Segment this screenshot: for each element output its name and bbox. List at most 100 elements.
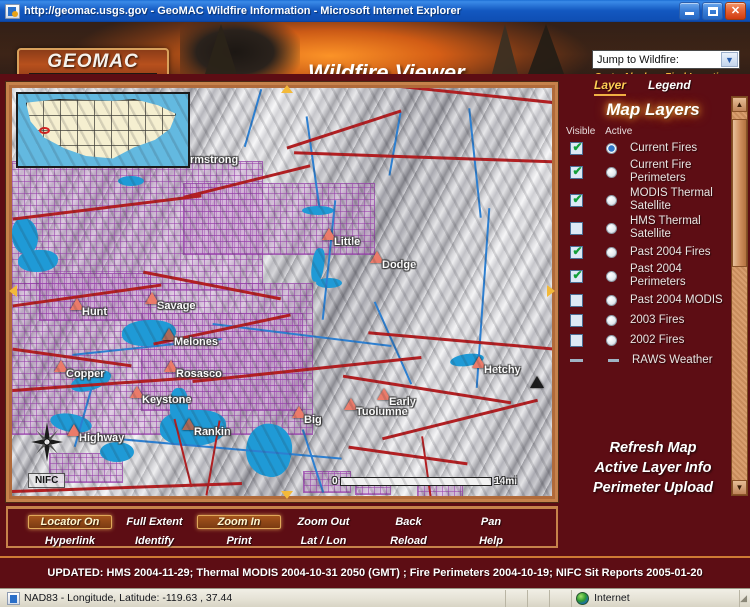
refresh-map-link[interactable]: Refresh Map xyxy=(562,440,744,456)
layer-visible-checkbox-raws-weather[interactable] xyxy=(570,358,583,362)
layer-row: Past 2004 MODIS xyxy=(562,290,740,310)
wildfire-map[interactable]: Armstrong Little Dodge Hunt Savage Melones Cop… xyxy=(12,88,552,496)
toolbar-hyperlink-button[interactable]: Hyperlink xyxy=(28,535,112,547)
statusbar-coordinates-segment: NAD83 - Longitude, Latitude: -119.63 , 3… xyxy=(0,589,507,607)
fire-label: Melones xyxy=(174,336,219,348)
layer-visible-checkbox-current-fires[interactable] xyxy=(570,140,584,155)
layer-active-radio-current-fire-perimeters[interactable] xyxy=(606,166,617,178)
globe-icon xyxy=(576,591,590,605)
road-line xyxy=(342,374,512,405)
banner-tree-decor xyxy=(528,24,564,74)
layer-active-radio-raws-weather[interactable] xyxy=(608,358,619,362)
layer-active-radio-past-2004-modis[interactable] xyxy=(606,294,617,306)
layer-label-modis-thermal-satellite: MODIS Thermal Satellite xyxy=(630,187,713,212)
layer-row: HMS Thermal Satellite xyxy=(562,214,740,242)
layer-active-radio-modis-thermal-satellite[interactable] xyxy=(606,194,617,206)
fire-label: Big xyxy=(304,414,322,426)
scale-bar-graphic xyxy=(339,477,493,486)
scale-max-label: 14mi xyxy=(494,476,517,487)
toolbar-locator-on-button[interactable]: Locator On xyxy=(28,514,112,529)
pan-right-arrow-icon[interactable] xyxy=(547,285,555,297)
layer-visible-checkbox-past-2004-fires[interactable] xyxy=(570,244,584,259)
layer-row: Past 2004 Perimeters xyxy=(562,262,740,290)
fire-label: Dodge xyxy=(382,259,417,271)
locator-inset-map[interactable] xyxy=(16,92,190,168)
layer-active-radio-2002-fires[interactable] xyxy=(606,334,617,346)
maximize-button[interactable] xyxy=(702,2,723,20)
scroll-down-button[interactable]: ▼ xyxy=(732,480,747,495)
banner-tree-decor xyxy=(492,24,518,74)
layer-active-radio-past-2004-fires[interactable] xyxy=(606,246,617,258)
perimeter-upload-link[interactable]: Perimeter Upload xyxy=(562,480,744,496)
layer-row: RAWS Weather xyxy=(562,350,740,370)
road-line xyxy=(372,88,552,105)
map-frame: Armstrong Little Dodge Hunt Savage Melones Cop… xyxy=(6,82,558,502)
banner-smoke-decor xyxy=(180,22,300,74)
fire-label: Keystone xyxy=(142,394,192,406)
fire-label: Savage xyxy=(157,300,196,312)
fire-label: Hetchy xyxy=(484,364,521,376)
browser-window: http://geomac.usgs.gov - GeoMAC Wildfire… xyxy=(0,0,750,607)
toolbar-reload-button[interactable]: Reload xyxy=(366,535,451,547)
minimize-button[interactable] xyxy=(679,2,700,20)
layer-visible-checkbox-2003-fires[interactable] xyxy=(570,313,583,327)
toolbar-zoom-out-button[interactable]: Zoom Out xyxy=(281,516,366,528)
statusbar-spacer-3 xyxy=(550,589,573,607)
river-line xyxy=(243,88,263,148)
window-title: http://geomac.usgs.gov - GeoMAC Wildfire… xyxy=(24,5,461,17)
toolbar-row-secondary: Hyperlink Identify Print Lat / Lon Reload Hel… xyxy=(8,531,556,550)
fire-marker[interactable] xyxy=(530,376,544,388)
layer-row: Past 2004 Fires xyxy=(562,242,740,262)
column-header-active: Active xyxy=(605,126,633,137)
map-scale-bar: 0 14mi xyxy=(332,475,517,488)
close-button[interactable]: ✕ xyxy=(725,2,746,20)
jump-to-wildfire-select[interactable]: Jump to Wildfire: ▼ xyxy=(592,50,740,69)
layer-active-radio-hms-thermal-satellite[interactable] xyxy=(606,222,617,234)
panel-tabs: Layer Legend xyxy=(594,78,744,96)
toolbar-lat-lon-button[interactable]: Lat / Lon xyxy=(281,535,366,547)
page-scrollbar[interactable]: ▲ ▼ xyxy=(731,96,748,496)
layer-visible-checkbox-current-fire-perimeters[interactable] xyxy=(570,164,584,179)
pan-up-arrow-icon[interactable] xyxy=(281,85,293,93)
toolbar-help-button[interactable]: Help xyxy=(451,535,531,547)
layer-active-radio-2003-fires[interactable] xyxy=(606,314,617,326)
toolbar-zoom-in-button[interactable]: Zoom In xyxy=(197,514,281,529)
statusbar-security-zone[interactable]: Internet xyxy=(572,589,741,607)
water-body xyxy=(118,176,144,186)
layer-label-2002-fires: 2002 Fires xyxy=(630,333,685,346)
compass-rose xyxy=(30,421,64,463)
layer-list: Current Fires Current Fire Perimeters MODI… xyxy=(562,138,740,370)
tab-legend[interactable]: Legend xyxy=(648,78,691,96)
scroll-up-button[interactable]: ▲ xyxy=(732,97,747,112)
toolbar-pan-button[interactable]: Pan xyxy=(451,516,531,528)
pan-left-arrow-icon[interactable] xyxy=(9,285,17,297)
layer-row: 2002 Fires xyxy=(562,330,740,350)
resize-grip-icon[interactable]: ◢ xyxy=(740,593,747,604)
layer-visible-checkbox-past-2004-perimeters[interactable] xyxy=(570,268,584,283)
river-line xyxy=(468,108,482,218)
layer-visible-checkbox-hms-thermal-satellite[interactable] xyxy=(570,221,583,235)
tab-layer[interactable]: Layer xyxy=(594,78,627,96)
active-layer-info-link[interactable]: Active Layer Info xyxy=(562,460,744,476)
toolbar-full-extent-button[interactable]: Full Extent xyxy=(112,516,197,528)
layer-visible-checkbox-modis-thermal-satellite[interactable] xyxy=(570,192,584,207)
browser-statusbar: NAD83 - Longitude, Latitude: -119.63 , 3… xyxy=(0,588,750,607)
map-layers-panel: Layer Legend Map Layers Visible Active C… xyxy=(562,74,750,587)
page-icon xyxy=(7,591,20,605)
geomac-logo[interactable]: GEOMAC WILDLAND FIRE SUPPORT xyxy=(17,48,169,74)
layer-label-2003-fires: 2003 Fires xyxy=(630,313,685,326)
scale-min-label: 0 xyxy=(332,476,338,487)
layer-active-radio-current-fires[interactable] xyxy=(606,142,617,154)
water-body xyxy=(316,278,342,288)
pan-down-arrow-icon[interactable] xyxy=(281,491,293,499)
banner-tree-decor xyxy=(205,24,237,74)
chevron-down-icon[interactable]: ▼ xyxy=(721,52,738,67)
layer-visible-checkbox-past-2004-modis[interactable] xyxy=(570,293,583,307)
scrollbar-thumb[interactable] xyxy=(732,119,747,267)
toolbar-identify-button[interactable]: Identify xyxy=(112,535,197,547)
ie-document-icon xyxy=(5,3,20,19)
toolbar-print-button[interactable]: Print xyxy=(197,535,281,547)
layer-active-radio-past-2004-perimeters[interactable] xyxy=(606,270,617,282)
layer-visible-checkbox-2002-fires[interactable] xyxy=(570,333,583,347)
toolbar-back-button[interactable]: Back xyxy=(366,516,451,528)
